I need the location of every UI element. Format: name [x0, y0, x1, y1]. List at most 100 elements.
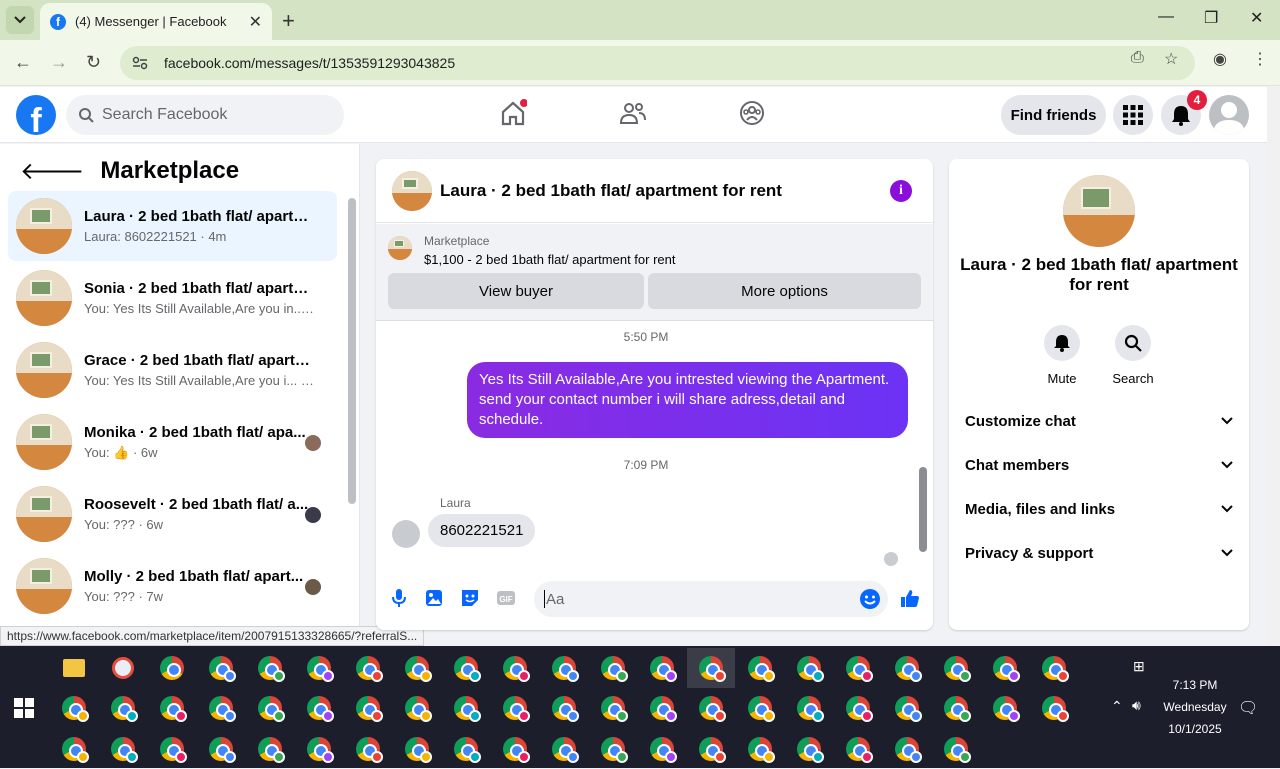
forward-button[interactable]: → — [50, 52, 68, 73]
privacy-support-section[interactable]: Privacy & support — [965, 541, 1233, 565]
bookmark-star-icon[interactable]: ☆ — [1164, 49, 1178, 69]
address-bar[interactable]: facebook.com/messages/t/1353591293043825 — [120, 46, 1195, 80]
chrome-profile-taskbar-button[interactable] — [785, 648, 833, 688]
chrome-profile-taskbar-button[interactable] — [883, 648, 931, 688]
outgoing-message[interactable]: Yes Its Still Available,Are you intreste… — [467, 362, 908, 438]
photo-icon[interactable] — [423, 587, 445, 609]
chrome-profile-taskbar-button[interactable] — [589, 648, 637, 688]
sticker-icon[interactable] — [459, 587, 481, 609]
info-icon[interactable]: i — [890, 180, 912, 202]
chat-members-section[interactable]: Chat members — [965, 453, 1233, 477]
chrome-profile-taskbar-button[interactable] — [50, 729, 98, 769]
tab-close-icon[interactable]: ✕ — [249, 12, 262, 32]
friends-icon[interactable] — [619, 99, 647, 127]
page-scrollbar[interactable] — [1267, 87, 1280, 645]
back-arrow-icon[interactable]: 🡐 — [20, 156, 84, 186]
chrome-profile-taskbar-button[interactable] — [1030, 648, 1078, 688]
chrome-profile-taskbar-button[interactable] — [393, 648, 441, 688]
clock-time[interactable]: 7:13 PM — [1160, 678, 1230, 692]
mute-button[interactable]: Mute — [1032, 325, 1092, 386]
chrome-profile-taskbar-button[interactable] — [932, 729, 980, 769]
reload-button[interactable]: ↻ — [86, 52, 101, 73]
chrome-profile-taskbar-button[interactable] — [687, 648, 735, 688]
conversation-item[interactable]: Grace · 2 bed 1bath flat/ apartm... You: … — [8, 335, 337, 405]
account-avatar[interactable] — [1209, 95, 1249, 135]
chrome-profile-taskbar-button[interactable] — [246, 688, 294, 728]
site-settings-icon[interactable] — [132, 56, 148, 70]
chrome-profile-taskbar-button[interactable] — [491, 729, 539, 769]
gif-icon[interactable]: GIF — [495, 587, 517, 609]
search-facebook-input[interactable]: Search Facebook — [66, 95, 344, 135]
file-explorer-taskbar-button[interactable] — [50, 648, 98, 688]
chrome-profile-taskbar-button[interactable] — [736, 688, 784, 728]
more-options-button[interactable]: More options — [648, 273, 921, 309]
emoji-icon[interactable] — [859, 588, 881, 610]
chrome-profile-taskbar-button[interactable] — [932, 648, 980, 688]
conversation-item[interactable]: Laura · 2 bed 1bath flat/ apartm... Laura… — [8, 191, 337, 261]
window-close-button[interactable]: ✕ — [1250, 8, 1263, 28]
chrome-profile-taskbar-button[interactable] — [197, 688, 245, 728]
customize-chat-section[interactable]: Customize chat — [965, 409, 1233, 433]
chrome-profile-taskbar-button[interactable] — [50, 688, 98, 728]
chrome-profile-taskbar-button[interactable] — [932, 688, 980, 728]
chrome-profile-taskbar-button[interactable] — [540, 648, 588, 688]
conversation-item[interactable]: Sonia · 2 bed 1bath flat/ apartm... You: … — [8, 263, 337, 333]
find-friends-button[interactable]: Find friends — [1001, 95, 1106, 135]
chat-scrollbar[interactable] — [919, 327, 927, 557]
facebook-logo-icon[interactable]: f — [16, 95, 56, 135]
chrome-profile-taskbar-button[interactable] — [442, 688, 490, 728]
paint-taskbar-button[interactable] — [99, 648, 147, 688]
browser-tab[interactable]: f (4) Messenger | Facebook ✕ — [40, 3, 272, 40]
chrome-profile-taskbar-button[interactable] — [736, 648, 784, 688]
profile-icon[interactable]: ◉ — [1213, 49, 1227, 69]
chrome-profile-taskbar-button[interactable] — [197, 729, 245, 769]
chrome-profile-taskbar-button[interactable] — [638, 729, 686, 769]
chrome-profile-taskbar-button[interactable] — [442, 648, 490, 688]
conversation-item[interactable]: Monika · 2 bed 1bath flat/ apa... You: 👍 … — [8, 407, 337, 477]
search-conversation-button[interactable]: Search — [1103, 325, 1163, 386]
chat-title[interactable]: Laura · 2 bed 1bath flat/ apartment for … — [440, 181, 782, 201]
listing-profile-thumbnail[interactable] — [1063, 175, 1135, 247]
media-files-links-section[interactable]: Media, files and links — [965, 497, 1233, 521]
conversation-item[interactable]: Molly · 2 bed 1bath flat/ apart... You: ?… — [8, 551, 337, 621]
home-icon[interactable] — [499, 99, 527, 127]
conversation-item[interactable]: Roosevelt · 2 bed 1bath flat/ a... You: ?… — [8, 479, 337, 549]
microphone-icon[interactable] — [388, 587, 410, 609]
chrome-profile-taskbar-button[interactable] — [295, 729, 343, 769]
thumbs-up-icon[interactable] — [899, 587, 921, 609]
chrome-profile-taskbar-button[interactable] — [785, 729, 833, 769]
chrome-profile-taskbar-button[interactable] — [344, 729, 392, 769]
chrome-profile-taskbar-button[interactable] — [148, 729, 196, 769]
chrome-profile-taskbar-button[interactable] — [442, 729, 490, 769]
chrome-profile-taskbar-button[interactable] — [736, 729, 784, 769]
windows-start-icon[interactable] — [14, 698, 34, 718]
chrome-profile-taskbar-button[interactable] — [295, 688, 343, 728]
chrome-profile-taskbar-button[interactable] — [589, 729, 637, 769]
chrome-profile-taskbar-button[interactable] — [148, 688, 196, 728]
chrome-profile-taskbar-button[interactable] — [638, 648, 686, 688]
view-buyer-button[interactable]: View buyer — [388, 273, 644, 309]
minimize-button[interactable]: ― — [1158, 8, 1174, 26]
chrome-profile-taskbar-button[interactable] — [834, 648, 882, 688]
chrome-profile-taskbar-button[interactable] — [785, 688, 833, 728]
chrome-profile-taskbar-button[interactable] — [883, 729, 931, 769]
back-button[interactable]: ← — [14, 52, 32, 73]
chrome-profile-taskbar-button[interactable] — [589, 688, 637, 728]
chrome-profile-taskbar-button[interactable] — [344, 688, 392, 728]
chrome-profile-taskbar-button[interactable] — [687, 729, 735, 769]
chrome-profile-taskbar-button[interactable] — [981, 688, 1029, 728]
chrome-profile-taskbar-button[interactable] — [638, 688, 686, 728]
chrome-profile-taskbar-button[interactable] — [344, 648, 392, 688]
notification-center-icon[interactable]: 🗨︎ — [1238, 698, 1258, 718]
sidebar-scrollbar[interactable] — [348, 198, 356, 504]
menu-dots-icon[interactable]: ⋮ — [1252, 49, 1268, 69]
message-input[interactable]: Aa — [534, 581, 888, 617]
chrome-profile-taskbar-button[interactable] — [246, 648, 294, 688]
chrome-profile-taskbar-button[interactable] — [540, 688, 588, 728]
chrome-profile-taskbar-button[interactable] — [1030, 688, 1078, 728]
sender-avatar[interactable] — [392, 520, 420, 548]
menu-grid-button[interactable] — [1113, 95, 1153, 135]
chrome-profile-taskbar-button[interactable] — [491, 688, 539, 728]
tab-search-button[interactable] — [6, 6, 34, 34]
restore-button[interactable]: ❐ — [1204, 8, 1218, 28]
